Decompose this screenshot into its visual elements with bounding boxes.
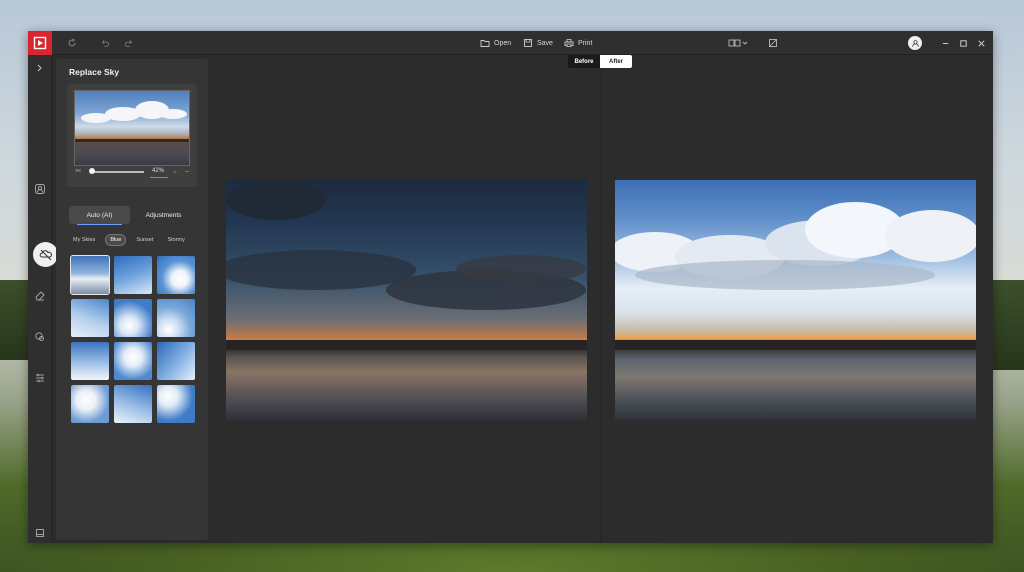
close-icon[interactable] (974, 36, 988, 50)
sky-thumbnail[interactable] (114, 299, 152, 337)
panel-toggle-icon[interactable] (35, 525, 45, 537)
desktop-trees-left (0, 280, 30, 360)
portrait-tool-icon[interactable] (33, 182, 47, 196)
before-toggle-button[interactable]: Before (568, 55, 600, 68)
save-icon (524, 39, 532, 47)
mode-tabs: Auto (AI) Adjustments (69, 206, 195, 225)
active-tab-indicator (77, 224, 122, 225)
sky-preview-image (74, 90, 190, 166)
category-blue[interactable]: Blue (105, 234, 127, 246)
category-my-skies[interactable]: My Skies (69, 235, 99, 245)
tab-adjustments[interactable]: Adjustments (132, 206, 195, 224)
replace-sky-panel: Replace Sky ⫘ 42% ⌄ − Auto (AI) Adjustme… (56, 59, 208, 540)
crop-icon[interactable] (766, 36, 780, 50)
after-image (615, 180, 976, 420)
sky-thumbnail[interactable] (157, 256, 195, 294)
tab-auto-ai[interactable]: Auto (AI) (69, 206, 130, 224)
tool-rail (28, 55, 58, 543)
desktop-trees-right (992, 280, 1024, 370)
category-stormy[interactable]: Stormy (163, 235, 188, 245)
printer-icon (564, 39, 574, 47)
maximize-icon[interactable] (956, 36, 970, 50)
app-logo-icon (28, 31, 52, 55)
refresh-icon[interactable] (65, 36, 79, 50)
save-button[interactable]: Save (523, 36, 553, 50)
sky-category-filter: My Skies Blue Sunset Stormy (69, 234, 189, 246)
open-button[interactable]: Open (480, 36, 511, 50)
before-image (226, 180, 587, 420)
sky-thumbnail[interactable] (157, 299, 195, 337)
zoom-slider-knob[interactable] (89, 168, 95, 174)
title-bar: Open Save Print (28, 31, 993, 55)
category-sunset[interactable]: Sunset (132, 235, 157, 245)
zoom-dropdown-chevron-icon[interactable]: ⌄ (171, 166, 179, 176)
adjust-sliders-icon[interactable] (33, 371, 47, 385)
zoom-out-icon[interactable]: − (183, 166, 191, 176)
zoom-slider-track[interactable] (92, 171, 144, 173)
compare-split-icon[interactable]: ⫘ (73, 166, 83, 176)
sky-thumbnail[interactable] (114, 385, 152, 423)
app-window: Open Save Print Replace Sky ⫘ 42% ⌄ − Au… (28, 31, 993, 543)
sky-thumbnail[interactable] (71, 342, 109, 380)
panel-title: Replace Sky (69, 67, 120, 77)
sky-thumbnail[interactable] (114, 256, 152, 294)
print-button[interactable]: Print (564, 36, 592, 50)
sky-thumbnail[interactable] (114, 342, 152, 380)
zoom-value: 42% (152, 168, 165, 174)
print-label: Print (578, 39, 593, 47)
sky-thumbnail[interactable] (71, 385, 109, 423)
save-label: Save (537, 39, 553, 47)
open-label: Open (494, 39, 512, 47)
minimize-icon[interactable] (938, 36, 952, 50)
replace-sky-tool-icon[interactable] (33, 242, 58, 267)
sky-preview-card: ⫘ 42% ⌄ − (67, 84, 197, 187)
compare-divider[interactable] (601, 55, 602, 543)
folder-open-icon (480, 40, 490, 47)
before-after-toggle: Before After (568, 55, 632, 68)
redo-icon[interactable] (122, 36, 136, 50)
eraser-tool-icon[interactable] (33, 288, 47, 302)
undo-icon[interactable] (98, 36, 112, 50)
after-toggle-button[interactable]: After (600, 55, 632, 68)
sky-thumbnail[interactable] (70, 255, 110, 295)
user-avatar-icon[interactable] (908, 36, 922, 50)
compare-view-icon (728, 39, 748, 47)
expand-chevron-icon[interactable] (33, 61, 47, 75)
compare-view-dropdown[interactable] (727, 36, 749, 50)
sky-thumbnail[interactable] (157, 385, 195, 423)
sky-thumbnail[interactable] (71, 299, 109, 337)
retouch-tool-icon[interactable] (33, 330, 47, 344)
sky-thumbnail[interactable] (157, 342, 195, 380)
